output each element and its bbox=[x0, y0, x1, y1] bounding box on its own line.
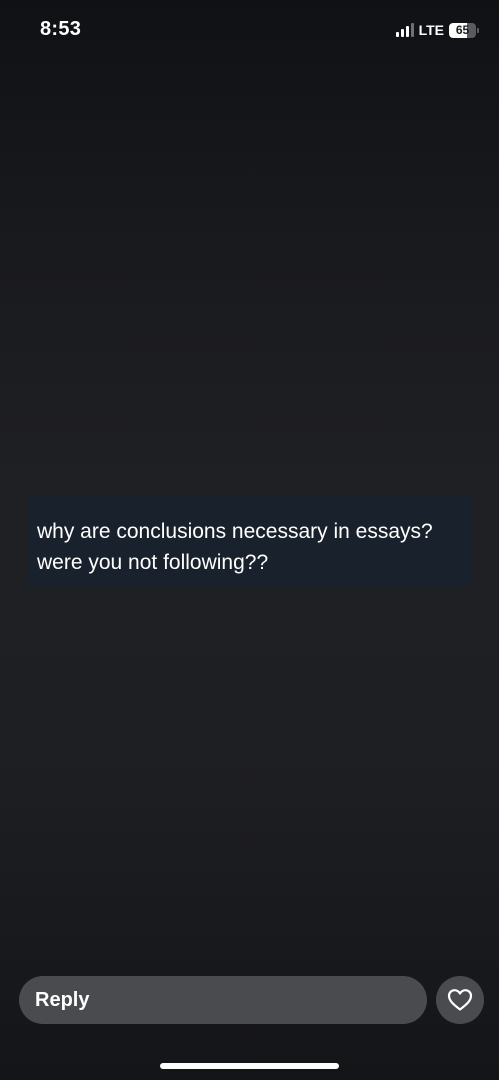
status-bar: 8:53 LTE 65 bbox=[0, 0, 499, 60]
status-time: 8:53 bbox=[40, 18, 82, 40]
network-type: LTE bbox=[418, 22, 444, 38]
message-line-1: why are conclusions necessary in essays? bbox=[37, 520, 433, 543]
reply-input[interactable]: Reply bbox=[19, 976, 427, 1024]
home-indicator[interactable] bbox=[160, 1063, 339, 1069]
message-text: why are conclusions necessary in essays?… bbox=[37, 516, 467, 578]
status-indicators: LTE 65 bbox=[395, 20, 479, 40]
battery-icon: 65 bbox=[449, 22, 479, 38]
story-screen: 8:53 LTE 65 why are conclusions necessar… bbox=[0, 0, 499, 1080]
heart-outline-icon bbox=[447, 989, 473, 1011]
like-button[interactable] bbox=[436, 976, 484, 1024]
reply-placeholder: Reply bbox=[35, 988, 90, 1011]
cellular-signal-icon bbox=[395, 23, 414, 37]
battery-level: 65 bbox=[455, 22, 470, 37]
message-line-2: were you not following?? bbox=[37, 551, 269, 574]
